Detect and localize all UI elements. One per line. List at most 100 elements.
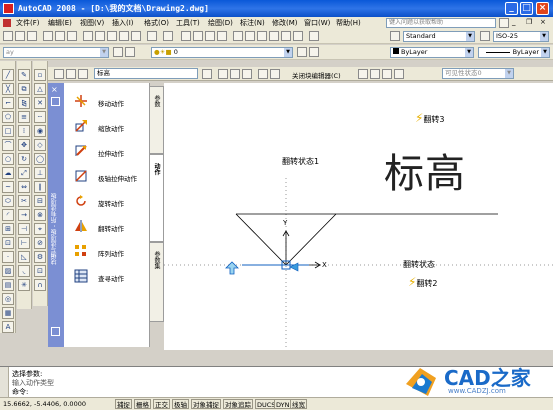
menu-edit[interactable]: 编辑(E) <box>48 18 72 28</box>
tab-parameters[interactable]: 参数 <box>150 86 164 154</box>
mtext-icon[interactable]: A <box>2 321 14 333</box>
line-icon[interactable]: ╱ <box>2 69 14 81</box>
ortho-toggle[interactable]: 正交 <box>153 399 170 409</box>
join-icon[interactable]: ⊢ <box>18 237 30 249</box>
chevron-down-icon[interactable]: ▼ <box>505 69 513 78</box>
undo-icon[interactable] <box>147 31 157 41</box>
circle-icon[interactable]: ○ <box>2 153 14 165</box>
save-block-as-icon[interactable] <box>78 69 88 79</box>
make-visible-icon[interactable] <box>370 69 380 79</box>
search-icon[interactable] <box>499 18 509 28</box>
palette-title-bar[interactable]: × 块编写选项板 - 所有选项板 <box>48 83 64 347</box>
dist-icon[interactable]: ⊡ <box>34 265 46 277</box>
properties-icon[interactable] <box>233 31 243 41</box>
markup-icon[interactable] <box>281 31 291 41</box>
osnap-perpendicular-icon[interactable]: ⊥ <box>34 167 46 179</box>
matchprop-icon[interactable] <box>119 31 129 41</box>
redo-icon[interactable] <box>163 31 173 41</box>
define-attribute-icon[interactable] <box>242 69 252 79</box>
rotate-icon[interactable]: ↻ <box>18 153 30 165</box>
authoring-palettes-icon[interactable] <box>202 69 212 79</box>
copy-icon[interactable] <box>95 31 105 41</box>
command-prompt[interactable]: 命令: <box>12 387 28 397</box>
offset-icon[interactable]: ≡ <box>18 111 30 123</box>
extend-icon[interactable]: → <box>18 209 30 221</box>
osnap-intersection-icon[interactable]: ✕ <box>34 97 46 109</box>
menu-window[interactable]: 窗口(W) <box>304 18 330 28</box>
visibility-state-combo[interactable]: 可见性状态0 ▼ <box>442 68 514 79</box>
menu-help[interactable]: 帮助(H) <box>336 18 361 28</box>
osnap-parallel-icon[interactable]: ∥ <box>34 181 46 193</box>
maximize-button[interactable]: □ <box>520 2 533 15</box>
otrack-toggle[interactable]: 对象追踪 <box>223 399 253 409</box>
flip-grip-arrow-icon[interactable] <box>225 261 239 275</box>
osnap-midpoint-icon[interactable]: △ <box>34 83 46 95</box>
osnap-toggle[interactable]: 对象捕捉 <box>191 399 221 409</box>
osnap-settings-icon[interactable]: ⚙ <box>34 251 46 263</box>
menu-dimension[interactable]: 标注(N) <box>240 18 265 28</box>
point-icon[interactable]: · <box>2 251 14 263</box>
make-block-icon[interactable]: ⊡ <box>2 237 14 249</box>
osnap-center-icon[interactable]: ◉ <box>34 125 46 137</box>
close-block-editor-button[interactable]: 关闭块编辑器(C) <box>292 70 341 80</box>
gradient-icon[interactable]: ▤ <box>2 279 14 291</box>
osnap-endpoint-icon[interactable]: ▫ <box>34 69 46 81</box>
break-icon[interactable]: ⊣ <box>18 223 30 235</box>
osnap-tangent-icon[interactable]: ◯ <box>34 153 46 165</box>
ellipse-arc-icon[interactable]: ◜ <box>2 209 14 221</box>
quickcalc-icon[interactable] <box>293 31 303 41</box>
fillet-icon[interactable]: ◟ <box>18 265 30 277</box>
palette-item-polar-stretch-action[interactable]: 极轴拉伸动作 <box>70 166 150 188</box>
chevron-down-icon[interactable]: ▼ <box>100 48 108 57</box>
menu-modify[interactable]: 修改(M) <box>272 18 298 28</box>
osnap-quadrant-icon[interactable]: ◇ <box>34 139 46 151</box>
block-editor-icon[interactable] <box>131 31 141 41</box>
zoom-previous-icon[interactable] <box>217 31 227 41</box>
flip-action-3[interactable]: ⚡翻转3 <box>415 111 445 125</box>
polar-toggle[interactable]: 极轴 <box>172 399 189 409</box>
rectangle-icon[interactable]: □ <box>2 125 14 137</box>
chevron-down-icon[interactable]: ▼ <box>465 48 473 57</box>
dyn-toggle[interactable]: DYN <box>274 399 292 409</box>
make-invisible-icon[interactable] <box>382 69 392 79</box>
chevron-down-icon[interactable]: ▼ <box>284 48 292 57</box>
chevron-down-icon[interactable]: ▼ <box>466 32 474 41</box>
save-block-icon[interactable] <box>66 69 76 79</box>
open-icon[interactable] <box>15 31 25 41</box>
text-style-icon[interactable] <box>390 31 400 41</box>
trim-icon[interactable]: ✂ <box>18 195 30 207</box>
close-button[interactable]: × <box>536 2 549 15</box>
region-icon[interactable]: ◎ <box>2 293 14 305</box>
move-icon[interactable]: ✥ <box>18 139 30 151</box>
sheet-set-icon[interactable] <box>269 31 279 41</box>
osnap-insert-icon[interactable]: ⊟ <box>34 195 46 207</box>
flip-parameter-grip[interactable] <box>289 262 299 272</box>
layer-manager-icon[interactable] <box>125 47 135 57</box>
cut-icon[interactable] <box>83 31 93 41</box>
palette-item-rotate-action[interactable]: 旋转动作 <box>70 191 150 213</box>
save-icon[interactable] <box>27 31 37 41</box>
edit-block-icon[interactable] <box>54 69 64 79</box>
revcloud-icon[interactable]: ☁ <box>2 167 14 179</box>
menu-insert[interactable]: 插入(I) <box>112 18 134 28</box>
drawing-canvas[interactable]: 翻转状态1 翻转状态 标高 Y X ⚡翻转3 ⚡翻转2 <box>164 83 553 350</box>
palette-item-stretch-action[interactable]: 拉伸动作 <box>70 141 150 163</box>
magnet-icon[interactable]: ∩ <box>34 279 46 291</box>
flip-action-2[interactable]: ⚡翻转2 <box>408 275 438 289</box>
layer-combo[interactable]: ●☀■ 0 ▼ <box>151 47 293 58</box>
workspace-combo[interactable]: ay ▼ <box>3 47 109 58</box>
qnew-icon[interactable] <box>3 31 13 41</box>
minimize-button[interactable]: _ <box>505 2 518 15</box>
zoom-window-icon[interactable] <box>205 31 215 41</box>
tab-actions[interactable]: 动作 <box>150 154 164 242</box>
autocad-app-icon[interactable] <box>3 3 14 14</box>
layer-previous-icon[interactable] <box>309 47 319 57</box>
linetype-combo[interactable]: ByLayer ▼ <box>478 47 550 58</box>
design-center-icon[interactable] <box>245 31 255 41</box>
xline-icon[interactable]: ╳ <box>2 83 14 95</box>
chevron-down-icon[interactable]: ▼ <box>540 32 548 41</box>
doc-close-button[interactable]: × <box>540 18 552 28</box>
osnap-extension-icon[interactable]: ┄ <box>34 111 46 123</box>
zoom-realtime-icon[interactable] <box>193 31 203 41</box>
mirror-icon[interactable]: ⧎ <box>18 97 30 109</box>
